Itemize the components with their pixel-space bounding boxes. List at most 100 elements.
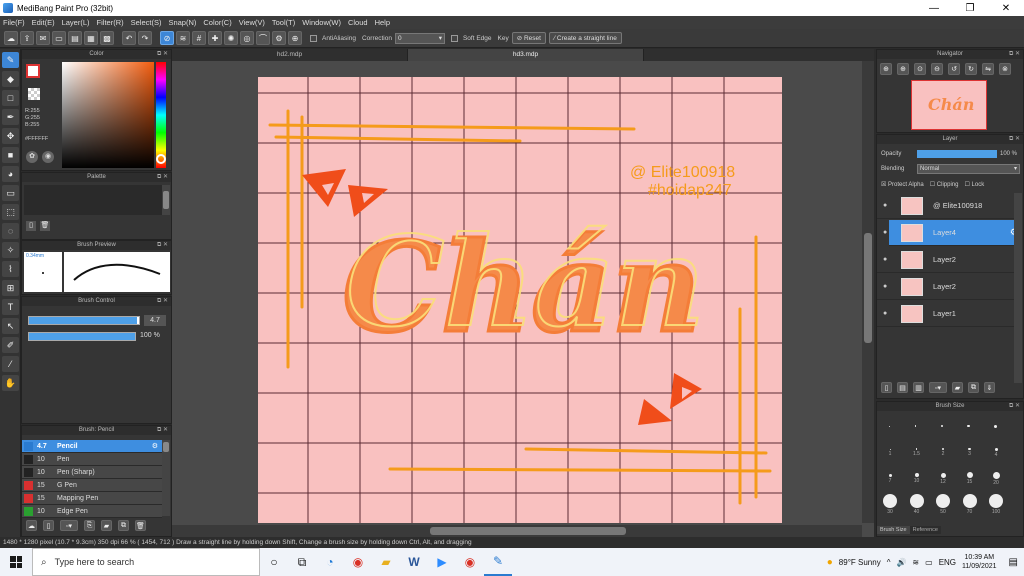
- snap-off-icon[interactable]: ⊘: [160, 31, 174, 45]
- brush-size-option[interactable]: 70: [959, 494, 981, 518]
- select-pen-icon[interactable]: ⌇: [2, 261, 19, 277]
- brush-list-item[interactable]: 10 Edge Pen: [22, 505, 162, 518]
- tab-reference[interactable]: Reference: [909, 526, 941, 534]
- color-wheel-icon[interactable]: ◉: [42, 151, 54, 163]
- brush-size-dot[interactable]: [888, 425, 890, 427]
- palette-area[interactable]: [24, 185, 162, 215]
- brush-size-dot[interactable]: [914, 425, 917, 427]
- parallel-snap-icon[interactable]: ≋: [176, 31, 190, 45]
- clipping-checkbox[interactable]: ☐ Clipping: [930, 181, 959, 188]
- brush-size-option[interactable]: 7: [879, 468, 901, 492]
- comment-icon[interactable]: ✉: [36, 31, 50, 45]
- brush-size-value[interactable]: 4.7: [144, 315, 166, 326]
- hue-handle[interactable]: [156, 154, 166, 164]
- wifi-icon[interactable]: ≋: [912, 558, 919, 567]
- menu-window[interactable]: Window(W): [302, 18, 341, 27]
- tab-hd2[interactable]: hd2.mdp: [172, 49, 408, 61]
- canvas-vertical-scrollbar[interactable]: [862, 61, 874, 523]
- brush-size-option[interactable]: 4: [985, 442, 1007, 466]
- brush-new-icon[interactable]: ▯: [43, 520, 54, 531]
- visibility-icon[interactable]: ●: [883, 229, 893, 236]
- brush-size-option[interactable]: 10: [906, 468, 928, 492]
- word-icon[interactable]: W: [400, 548, 428, 576]
- panel-close-icon[interactable]: ⧉ ✕: [157, 426, 168, 435]
- undo-icon[interactable]: ↶: [122, 31, 136, 45]
- magic-wand-icon[interactable]: ✧: [2, 242, 19, 258]
- share-icon[interactable]: ⇪: [20, 31, 34, 45]
- start-button[interactable]: [0, 548, 32, 576]
- divide-tool-icon[interactable]: ⊞: [2, 280, 19, 296]
- brush-list-item[interactable]: 10 Pen: [22, 453, 162, 466]
- brush-size-option[interactable]: 1.5: [906, 442, 928, 466]
- palette-add-icon[interactable]: ▯: [26, 221, 36, 231]
- new-halftone-layer-icon[interactable]: ▤: [897, 382, 908, 393]
- menu-filter[interactable]: Filter(R): [97, 18, 124, 27]
- brush-list-scrollbar[interactable]: [162, 440, 170, 516]
- brush-size-option[interactable]: 20: [985, 468, 1007, 492]
- layer-item-watermark[interactable]: ● @ Elite100918: [877, 193, 1022, 219]
- brush-list-item[interactable]: 4.7 Pencil ⚙: [22, 440, 162, 453]
- hue-slider[interactable]: [156, 62, 166, 168]
- menu-help[interactable]: Help: [375, 18, 390, 27]
- new-layer-icon[interactable]: ▯: [881, 382, 892, 393]
- hand-tool-icon[interactable]: ✋: [2, 375, 19, 391]
- layer-item-layer2b[interactable]: ● Layer2: [877, 274, 1022, 300]
- weather-text[interactable]: 89°F Sunny: [839, 558, 881, 567]
- palette-delete-icon[interactable]: 🗑: [40, 221, 50, 231]
- maximize-button[interactable]: ❐: [952, 0, 988, 16]
- cloud-icon[interactable]: ☁: [4, 31, 18, 45]
- brush-list-item[interactable]: 15 Mapping Pen: [22, 492, 162, 505]
- canvas-horizontal-scrollbar[interactable]: [172, 525, 862, 537]
- brush-copy-icon[interactable]: ⎘: [84, 520, 95, 531]
- layer-list-scrollbar[interactable]: [1014, 193, 1022, 383]
- taskbar-search[interactable]: ⌕ Type here to search: [32, 548, 260, 576]
- palette-scrollbar[interactable]: [162, 185, 170, 215]
- correction-select[interactable]: 0 ▾: [394, 32, 445, 44]
- menu-select[interactable]: Select(S): [131, 18, 162, 27]
- brush-size-option[interactable]: 1: [879, 442, 901, 466]
- language-indicator[interactable]: ENG: [939, 558, 956, 567]
- drawing-canvas[interactable]: @ Elite100918 #hoidap247 Chán Chán: [258, 77, 782, 523]
- brush-size-dot[interactable]: [941, 425, 943, 427]
- tab-hd3[interactable]: hd3.mdp: [408, 49, 644, 61]
- soft-edge-checkbox[interactable]: [450, 34, 458, 42]
- cross-snap-icon[interactable]: ✚: [208, 31, 222, 45]
- protect-alpha-checkbox[interactable]: ☒ Protect Alpha: [881, 181, 924, 188]
- duplicate-layer-icon[interactable]: ⧉: [968, 382, 979, 393]
- panel-icon[interactable]: ▤: [68, 31, 82, 45]
- text-tool-icon[interactable]: T: [2, 299, 19, 315]
- pen-tool-icon[interactable]: ✒: [2, 109, 19, 125]
- panel-close-icon[interactable]: ⧉ ✕: [1009, 135, 1020, 144]
- brush-size-slider[interactable]: [28, 316, 140, 325]
- brush-size-option[interactable]: 15: [959, 468, 981, 492]
- brush-add-icon[interactable]: ☁: [26, 520, 37, 531]
- menu-color[interactable]: Color(C): [203, 18, 231, 27]
- visibility-icon[interactable]: ●: [883, 256, 893, 263]
- bucket-tool-icon[interactable]: ◕: [2, 166, 19, 182]
- brush-opacity-slider[interactable]: [28, 332, 136, 341]
- panel-close-icon[interactable]: ⧉ ✕: [157, 241, 168, 250]
- select-tool-icon[interactable]: ⬚: [2, 204, 19, 220]
- brush-size-option[interactable]: 50: [932, 494, 954, 518]
- redo-icon[interactable]: ↷: [138, 31, 152, 45]
- brush-settings-gear-icon[interactable]: ⚙: [152, 442, 158, 450]
- target-icon[interactable]: ⊕: [288, 31, 302, 45]
- tab-brush-size[interactable]: Brush Size: [877, 526, 910, 534]
- menu-view[interactable]: View(V): [239, 18, 265, 27]
- lasso-tool-icon[interactable]: ◌: [2, 223, 19, 239]
- brush-size-dot[interactable]: [993, 424, 997, 428]
- dot-tool-icon[interactable]: □: [2, 90, 19, 106]
- brush-size-option[interactable]: 3: [959, 442, 981, 466]
- chrome-profile-icon[interactable]: ◉: [456, 548, 484, 576]
- move-tool-icon[interactable]: ✥: [2, 128, 19, 144]
- brush-size-option[interactable]: 100: [985, 494, 1007, 518]
- visibility-icon[interactable]: ●: [883, 283, 893, 290]
- layer-item-layer4[interactable]: ● Layer4 ⚙: [883, 220, 1022, 246]
- circle-snap-icon[interactable]: ◎: [240, 31, 254, 45]
- brush-folder-icon[interactable]: ▰: [101, 520, 112, 531]
- brush-size-option[interactable]: 12: [932, 468, 954, 492]
- straight-line-button[interactable]: ⁄ Create a straight line: [548, 32, 622, 44]
- foreground-swatch[interactable]: [26, 64, 40, 78]
- menu-edit[interactable]: Edit(E): [32, 18, 55, 27]
- visibility-icon[interactable]: ●: [883, 310, 893, 317]
